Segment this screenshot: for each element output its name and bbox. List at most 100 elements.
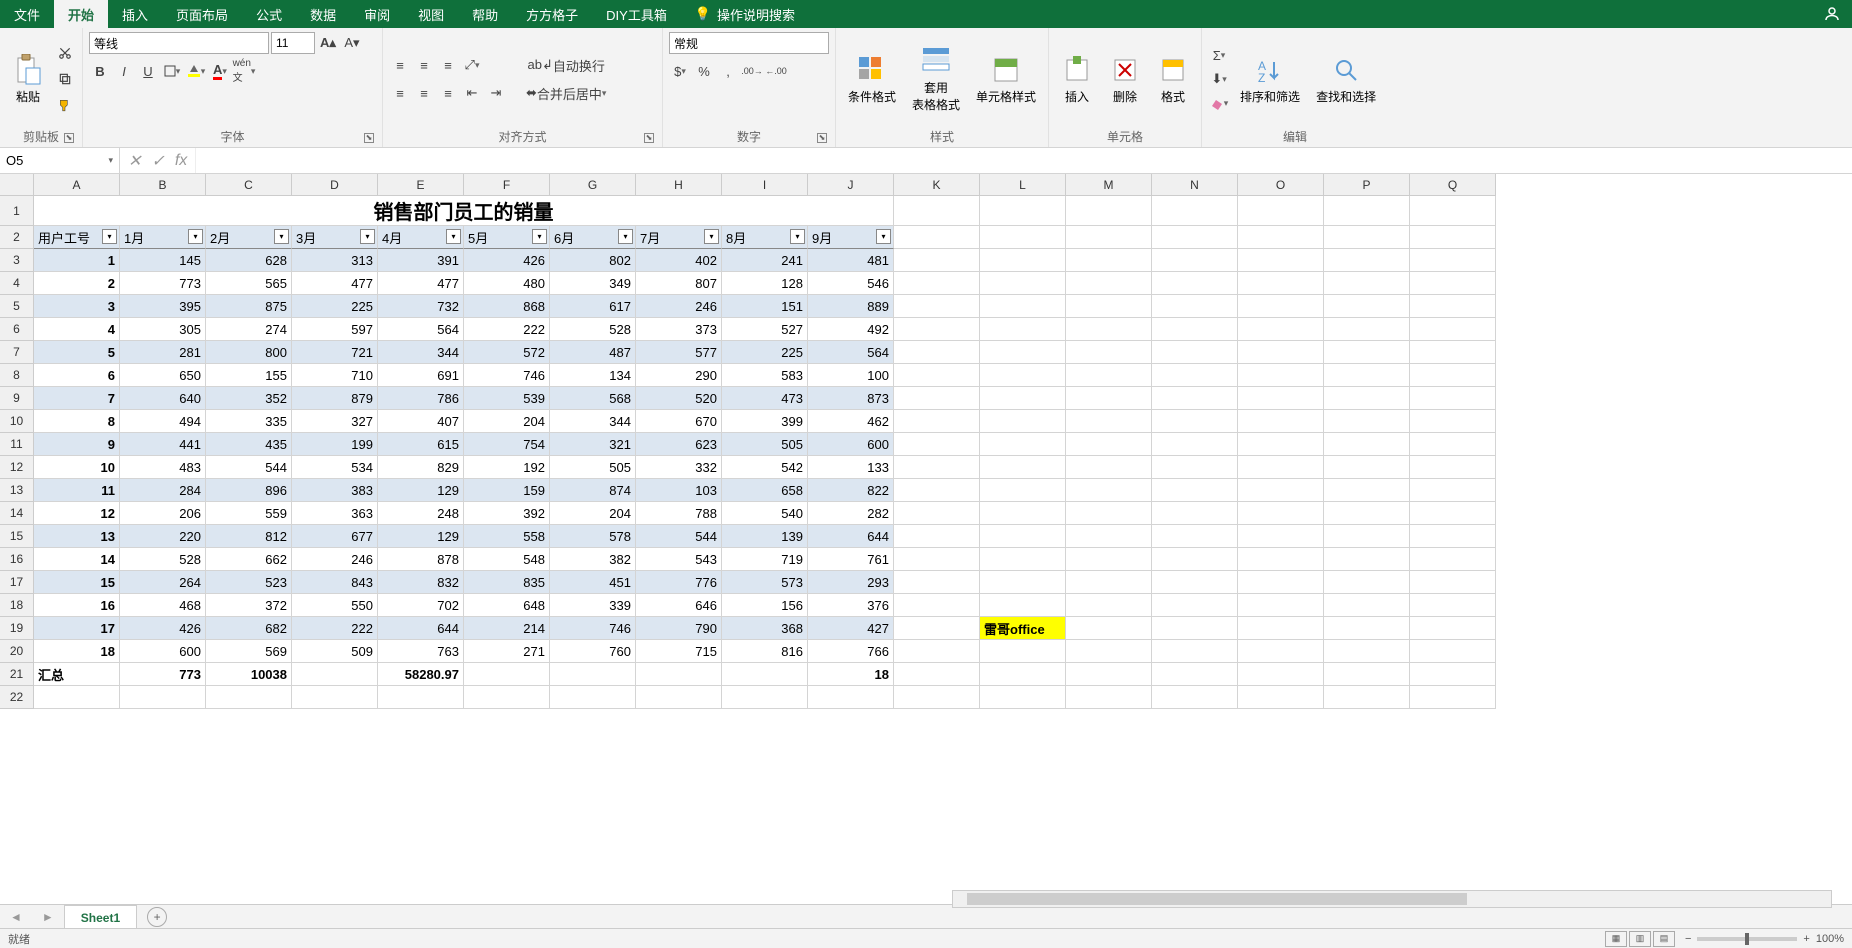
cell[interactable]: 572 (464, 341, 550, 364)
cell[interactable] (980, 479, 1066, 502)
cell[interactable] (1410, 249, 1496, 272)
cell[interactable]: 505 (550, 456, 636, 479)
cell[interactable] (894, 548, 980, 571)
row-header-9[interactable]: 9 (0, 387, 34, 410)
cell[interactable] (1238, 686, 1324, 709)
cell[interactable]: 600 (808, 433, 894, 456)
cell[interactable]: 407 (378, 410, 464, 433)
cell[interactable] (980, 226, 1066, 249)
cell[interactable] (1324, 387, 1410, 410)
cell[interactable]: 129 (378, 525, 464, 548)
font-color-button[interactable]: A (209, 60, 231, 82)
row-header-2[interactable]: 2 (0, 226, 34, 249)
cell[interactable]: 6 (34, 364, 120, 387)
filter-button[interactable]: ▾ (188, 229, 203, 244)
cell[interactable] (894, 272, 980, 295)
cell[interactable]: 623 (636, 433, 722, 456)
alignment-launcher[interactable]: ⬊ (644, 133, 654, 143)
cell[interactable]: 204 (464, 410, 550, 433)
cell[interactable] (980, 686, 1066, 709)
cell[interactable] (1238, 364, 1324, 387)
row-header-7[interactable]: 7 (0, 341, 34, 364)
cell[interactable] (894, 433, 980, 456)
cell[interactable]: 5月▾ (464, 226, 550, 249)
add-sheet-button[interactable]: + (147, 907, 167, 927)
font-name-select[interactable] (89, 32, 269, 54)
cell[interactable] (1324, 196, 1410, 226)
cell[interactable] (1066, 295, 1152, 318)
cell[interactable]: 617 (550, 295, 636, 318)
cell[interactable] (894, 479, 980, 502)
cell-area[interactable]: 销售部门员工的销量用户工号▾1月▾2月▾3月▾4月▾5月▾6月▾7月▾8月▾9月… (34, 196, 1496, 709)
filter-button[interactable]: ▾ (532, 229, 547, 244)
cell[interactable]: 875 (206, 295, 292, 318)
cell[interactable] (1238, 456, 1324, 479)
number-format-select[interactable] (669, 32, 829, 54)
cell[interactable]: 451 (550, 571, 636, 594)
align-top-button[interactable]: ≡ (389, 54, 411, 76)
cell[interactable] (980, 502, 1066, 525)
sheet-nav-next[interactable]: ► (32, 910, 64, 924)
cell[interactable]: 用户工号▾ (34, 226, 120, 249)
cell[interactable]: 426 (120, 617, 206, 640)
cell[interactable]: 18 (34, 640, 120, 663)
view-page-break-button[interactable]: ▤ (1653, 931, 1675, 947)
row-header-8[interactable]: 8 (0, 364, 34, 387)
cell[interactable] (1410, 226, 1496, 249)
cell[interactable]: 248 (378, 502, 464, 525)
cell[interactable]: 14 (34, 548, 120, 571)
cell[interactable]: 1 (34, 249, 120, 272)
cell[interactable]: 628 (206, 249, 292, 272)
col-header-N[interactable]: N (1152, 174, 1238, 196)
increase-font-button[interactable]: A▴ (317, 32, 339, 54)
cell[interactable] (980, 433, 1066, 456)
cell[interactable]: 222 (292, 617, 378, 640)
cell[interactable] (1324, 456, 1410, 479)
cell[interactable]: 702 (378, 594, 464, 617)
align-bottom-button[interactable]: ≡ (437, 54, 459, 76)
cell[interactable]: 9月▾ (808, 226, 894, 249)
sheet-tab-active[interactable]: Sheet1 (64, 905, 137, 929)
cell[interactable]: 477 (378, 272, 464, 295)
col-header-Q[interactable]: Q (1410, 174, 1496, 196)
cell[interactable]: 391 (378, 249, 464, 272)
row-header-21[interactable]: 21 (0, 663, 34, 686)
cell[interactable]: 802 (550, 249, 636, 272)
cell[interactable]: 12 (34, 502, 120, 525)
cell[interactable] (1238, 571, 1324, 594)
clear-button[interactable] (1208, 92, 1230, 114)
cell[interactable]: 807 (636, 272, 722, 295)
cell[interactable]: 546 (808, 272, 894, 295)
cell[interactable]: 335 (206, 410, 292, 433)
cell[interactable] (1066, 617, 1152, 640)
cell[interactable] (1066, 196, 1152, 226)
format-cells-button[interactable]: 格式 (1151, 52, 1195, 107)
cell[interactable] (1324, 640, 1410, 663)
cell[interactable] (894, 686, 980, 709)
cell[interactable] (1410, 364, 1496, 387)
cell[interactable] (1238, 318, 1324, 341)
cell[interactable]: 650 (120, 364, 206, 387)
cell[interactable] (1066, 226, 1152, 249)
cell[interactable] (894, 525, 980, 548)
cancel-formula-button[interactable]: ✕ (128, 151, 141, 171)
cell[interactable] (1152, 525, 1238, 548)
cell[interactable] (1410, 387, 1496, 410)
format-as-table-button[interactable]: 套用 表格格式 (906, 43, 966, 115)
cell[interactable]: 246 (636, 295, 722, 318)
row-header-19[interactable]: 19 (0, 617, 34, 640)
cell[interactable] (1238, 433, 1324, 456)
cell[interactable]: 564 (808, 341, 894, 364)
cell[interactable]: 327 (292, 410, 378, 433)
cell[interactable]: 274 (206, 318, 292, 341)
cell[interactable]: 281 (120, 341, 206, 364)
row-header-16[interactable]: 16 (0, 548, 34, 571)
cell[interactable]: 746 (550, 617, 636, 640)
cell[interactable] (1410, 663, 1496, 686)
filter-button[interactable]: ▾ (360, 229, 375, 244)
cell[interactable]: 220 (120, 525, 206, 548)
cell[interactable]: 615 (378, 433, 464, 456)
cell[interactable] (1324, 525, 1410, 548)
cell[interactable]: 10038 (206, 663, 292, 686)
cell[interactable] (34, 686, 120, 709)
